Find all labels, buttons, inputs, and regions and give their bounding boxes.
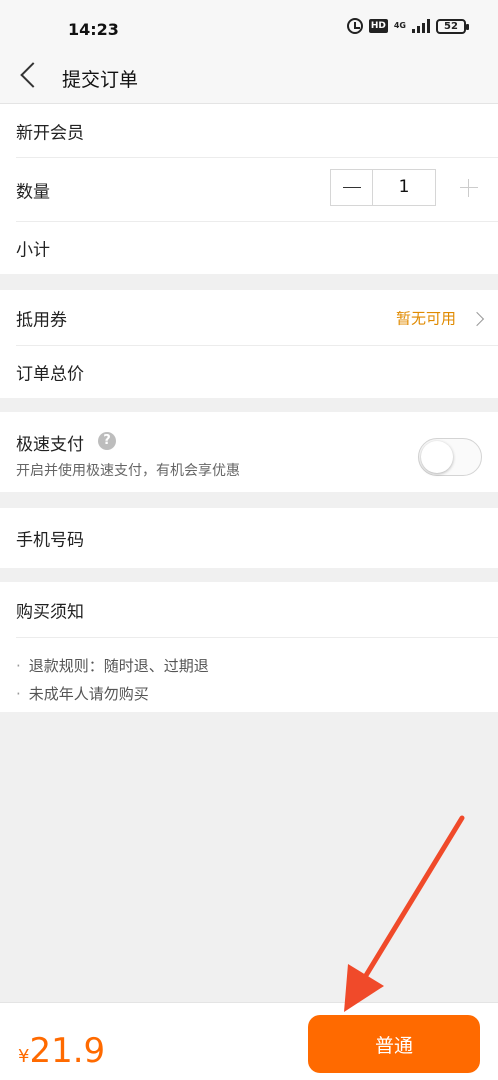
notice-title: 购买须知 [16,602,84,623]
notice-item-text: 退款规则：随时退、过期退 [28,657,209,675]
phone-label: 手机号码 [16,530,84,551]
quantity-label: 数量 [16,182,50,203]
membership-label: 新开会员 [16,123,84,144]
coupon-label: 抵用券 [16,310,67,331]
coupon-row[interactable]: 抵用券 暂无可用 [0,290,498,346]
phone-row[interactable]: 手机号码 [0,508,498,568]
page-title: 提交订单 [62,69,139,91]
notice-card: 购买须知 · 退款规则：随时退、过期退 · 未成年人请勿购买 [0,582,498,712]
notice-title-row: 购买须知 [0,582,498,638]
notice-item-text: 未成年人请勿购买 [28,685,149,703]
currency-symbol: ¥ [18,1046,30,1067]
notice-item: · 未成年人请勿购买 [16,685,149,703]
subtotal-label: 小计 [16,240,50,261]
signal-icon [412,19,430,33]
quantity-stepper: 1 [330,169,436,206]
quantity-value[interactable]: 1 [373,170,435,205]
arrow-shaft [359,815,465,985]
increment-button[interactable] [460,179,478,197]
total-price: ¥21.9 [18,1031,105,1071]
back-icon[interactable] [14,61,42,89]
checkout-bar: ¥21.9 普通 [0,1002,498,1080]
subtotal-row: 小计 [0,222,498,274]
page-header: 提交订单 [0,46,498,104]
order-card: 新开会员 数量 1 小计 [0,104,498,274]
order-total-row: 订单总价 [0,346,498,398]
battery-icon: 52 [436,18,469,34]
chevron-right-icon [469,311,485,327]
status-bar: 14:23 HD 4G 52 [0,0,498,46]
submit-order-button[interactable]: 普通 [308,1015,480,1073]
fast-pay-title: 极速支付 [16,435,84,455]
notice-list: · 退款规则：随时退、过期退 · 未成年人请勿购买 [16,652,209,708]
fast-pay-subtitle: 开启并使用极速支付，有机会享优惠 [16,463,240,479]
divider [16,637,498,638]
phone-card: 手机号码 [0,508,498,568]
network-4g-icon: 4G [393,21,406,30]
order-total-label: 订单总价 [16,364,84,385]
notice-item: · 退款规则：随时退、过期退 [16,657,209,675]
help-icon[interactable]: ? [98,432,116,450]
pricing-card: 抵用券 暂无可用 订单总价 [0,290,498,398]
status-time: 14:23 [68,20,119,39]
toggle-knob [421,441,453,473]
membership-row: 新开会员 [0,104,498,158]
hd-icon: HD [368,19,388,33]
price-value: 21.9 [29,1031,106,1071]
quantity-row: 数量 1 [0,158,498,222]
coupon-status: 暂无可用 [395,309,456,328]
fast-pay-card: 极速支付 ? 开启并使用极速支付，有机会享优惠 [0,412,498,492]
decrement-button[interactable] [331,170,373,205]
fast-pay-toggle[interactable] [418,438,482,476]
alarm-icon [346,18,363,34]
status-icons: HD 4G 52 [346,18,469,34]
